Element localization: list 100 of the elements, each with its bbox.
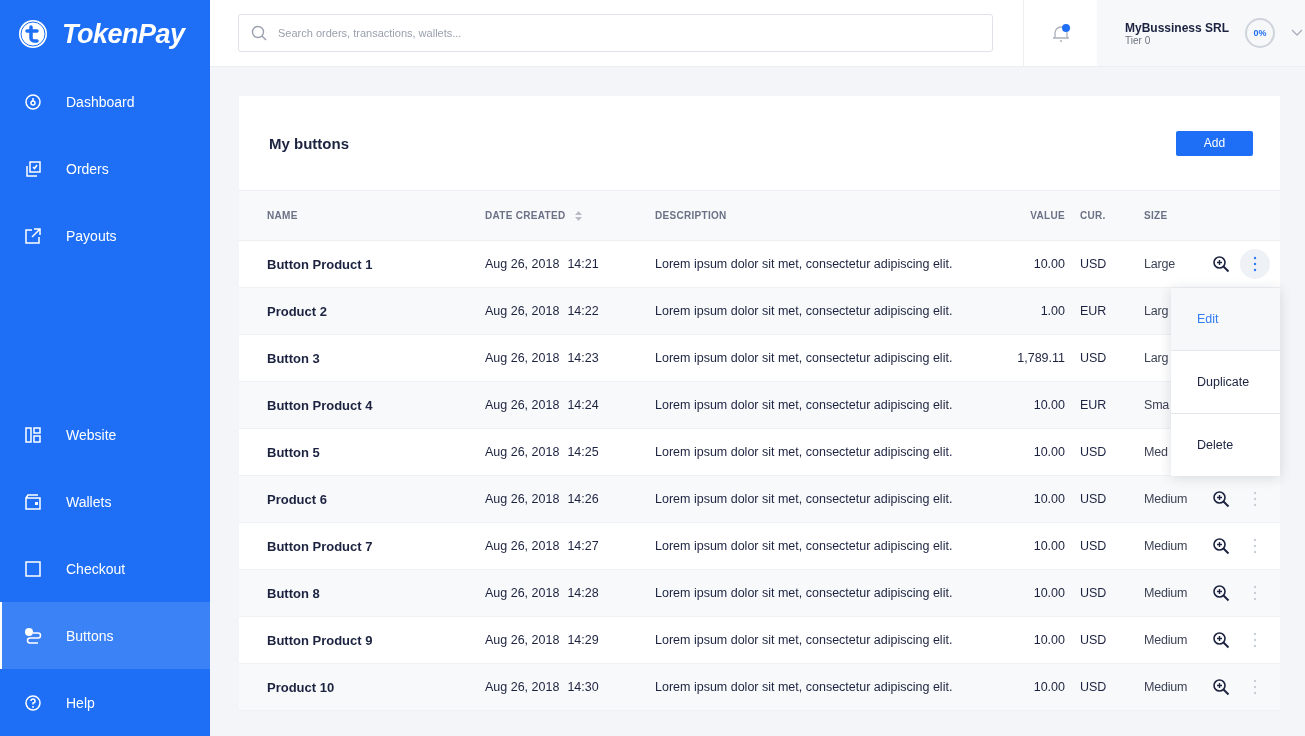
table-cell-text: Large bbox=[1144, 257, 1176, 271]
table-cell-text: Button Product 9 bbox=[267, 632, 374, 648]
table-cell-text: 10.00 bbox=[1032, 492, 1065, 506]
account-panel[interactable]: MyBussiness SRL Tier 0 0% bbox=[1097, 0, 1305, 66]
table-cell: 14:29 bbox=[567, 633, 599, 647]
table-cell-text: Button 3 bbox=[267, 350, 321, 366]
table-cell-text: USD bbox=[1079, 351, 1108, 365]
table-cell-text: EUR bbox=[1079, 398, 1108, 412]
external-link-icon bbox=[24, 226, 42, 245]
table-cell: Aug 26, 2018 bbox=[485, 351, 560, 365]
table-cell: 14:28 bbox=[567, 586, 599, 600]
table-cell-text: Med bbox=[1144, 445, 1169, 459]
table-cell-text: USD bbox=[1079, 492, 1108, 506]
progress-circle: 0% bbox=[1245, 18, 1276, 48]
table-cell-text: USD bbox=[1079, 633, 1108, 647]
table-cell-text: 10.00 bbox=[1032, 445, 1065, 459]
more-vertical-icon bbox=[1253, 538, 1257, 554]
more-vertical-icon bbox=[1253, 585, 1257, 601]
column-header: VALUE bbox=[1030, 210, 1065, 221]
square-icon bbox=[24, 559, 42, 578]
table-cell-text: EUR bbox=[1079, 304, 1108, 318]
table-cell-text: Button Product 1 bbox=[267, 256, 374, 272]
table-cell: Aug 26, 2018 bbox=[485, 398, 560, 412]
table-cell-text: Medium bbox=[1144, 680, 1189, 694]
table-cell: 14:23 bbox=[567, 351, 599, 365]
nav-item[interactable]: Orders bbox=[0, 135, 210, 202]
logo-icon bbox=[18, 19, 48, 49]
table-cell-text: USD bbox=[1079, 586, 1108, 600]
table-cell: Aug 26, 2018 bbox=[485, 257, 560, 271]
table-cell-text: 10.00 bbox=[1032, 257, 1065, 271]
table-cell-text: USD bbox=[1079, 539, 1108, 553]
card-title: My buttons bbox=[269, 134, 349, 152]
chevron-down-icon[interactable] bbox=[1291, 29, 1304, 37]
table-cell: Aug 26, 2018 bbox=[485, 633, 560, 647]
zoom-in-icon[interactable] bbox=[1212, 537, 1230, 555]
table-cell-text: Lorem ipsum dolor sit met, consectetur adipiscing elit. bbox=[655, 304, 954, 318]
layout-icon bbox=[24, 425, 42, 444]
search-field[interactable]: Search orders, transactions, wallets... bbox=[238, 14, 993, 52]
nav-item[interactable]: Payouts bbox=[0, 202, 210, 269]
nav-item[interactable]: Website bbox=[0, 401, 210, 468]
table-cell-text: Medium bbox=[1144, 539, 1189, 553]
table-cell-text: Button 5 bbox=[267, 444, 321, 460]
menu-item[interactable]: Duplicate bbox=[1171, 351, 1280, 414]
table-cell: 14:24 bbox=[567, 398, 599, 412]
zoom-in-icon[interactable] bbox=[1212, 584, 1230, 602]
menu-item[interactable]: Delete bbox=[1171, 414, 1280, 476]
table-cell-text: 10.00 bbox=[1032, 539, 1065, 553]
table-cell-text: Lorem ipsum dolor sit met, consectetur adipiscing elit. bbox=[655, 398, 954, 412]
sort-icon[interactable] bbox=[575, 210, 583, 221]
table-cell: 14:25 bbox=[567, 445, 599, 459]
table-cell: Aug 26, 2018 bbox=[485, 445, 560, 459]
help-icon bbox=[24, 693, 42, 712]
column-header: CUR. bbox=[1080, 210, 1106, 221]
table-cell-text: Button Product 4 bbox=[267, 397, 374, 413]
zoom-in-icon[interactable] bbox=[1212, 678, 1230, 696]
toggle-icon bbox=[24, 626, 42, 645]
table-cell-text: Lorem ipsum dolor sit met, consectetur adipiscing elit. bbox=[655, 586, 954, 600]
table-cell-text: Product 10 bbox=[267, 679, 336, 695]
table-cell-text: 1,789.11 bbox=[1016, 351, 1065, 365]
notification-bell-icon[interactable] bbox=[1050, 23, 1071, 43]
more-vertical-icon bbox=[1253, 256, 1257, 272]
zoom-in-icon[interactable] bbox=[1212, 490, 1230, 508]
more-vertical-icon bbox=[1253, 491, 1257, 507]
nav-item[interactable]: Checkout bbox=[0, 535, 210, 602]
table-cell-text: Lorem ipsum dolor sit met, consectetur adipiscing elit. bbox=[655, 539, 954, 553]
table-cell-text: Lorem ipsum dolor sit met, consectetur adipiscing elit. bbox=[655, 633, 954, 647]
table-cell-text: Lorem ipsum dolor sit met, consectetur adipiscing elit. bbox=[655, 257, 954, 271]
table-cell-text: 10.00 bbox=[1032, 398, 1065, 412]
nav-item[interactable]: Help bbox=[0, 669, 210, 736]
table-cell: Aug 26, 2018 bbox=[485, 586, 560, 600]
table-cell-text: 1.00 bbox=[1039, 304, 1065, 318]
table-cell-text: Product 6 bbox=[267, 491, 328, 507]
add-button[interactable]: Add bbox=[1176, 130, 1253, 156]
column-header[interactable]: DATE CREATED bbox=[485, 210, 566, 221]
table-cell-text: 10.00 bbox=[1032, 586, 1065, 600]
zoom-in-icon[interactable] bbox=[1212, 631, 1230, 649]
tier-label: Tier 0 bbox=[1125, 34, 1151, 46]
nav-item[interactable]: Wallets bbox=[0, 468, 210, 535]
table-cell-text: Sma bbox=[1144, 398, 1171, 412]
more-vertical-icon bbox=[1253, 679, 1257, 695]
nav-item[interactable]: Dashboard bbox=[0, 68, 210, 135]
table-cell: 14:22 bbox=[567, 304, 599, 318]
table-cell-text: Medium bbox=[1144, 492, 1189, 506]
account-name: MyBussiness SRL bbox=[1125, 20, 1230, 35]
more-button[interactable] bbox=[1240, 249, 1270, 279]
checklist-icon bbox=[24, 159, 42, 178]
table-cell-text: USD bbox=[1079, 445, 1108, 459]
zoom-in-icon[interactable] bbox=[1212, 255, 1230, 273]
table-cell-text: 10.00 bbox=[1032, 633, 1065, 647]
table-cell-text: Lorem ipsum dolor sit met, consectetur adipiscing elit. bbox=[655, 680, 954, 694]
more-vertical-icon bbox=[1253, 632, 1257, 648]
table-cell: Aug 26, 2018 bbox=[485, 539, 560, 553]
menu-item[interactable]: Edit bbox=[1171, 288, 1280, 351]
table-cell: Aug 26, 2018 bbox=[485, 304, 560, 318]
gauge-icon bbox=[24, 92, 42, 111]
table-cell: Aug 26, 2018 bbox=[485, 492, 560, 506]
brand-name: TokenPay bbox=[62, 18, 185, 50]
table-cell-text: Product 2 bbox=[267, 303, 328, 319]
nav-item[interactable]: Buttons bbox=[0, 602, 210, 669]
table-cell-text: Lorem ipsum dolor sit met, consectetur adipiscing elit. bbox=[655, 445, 954, 459]
